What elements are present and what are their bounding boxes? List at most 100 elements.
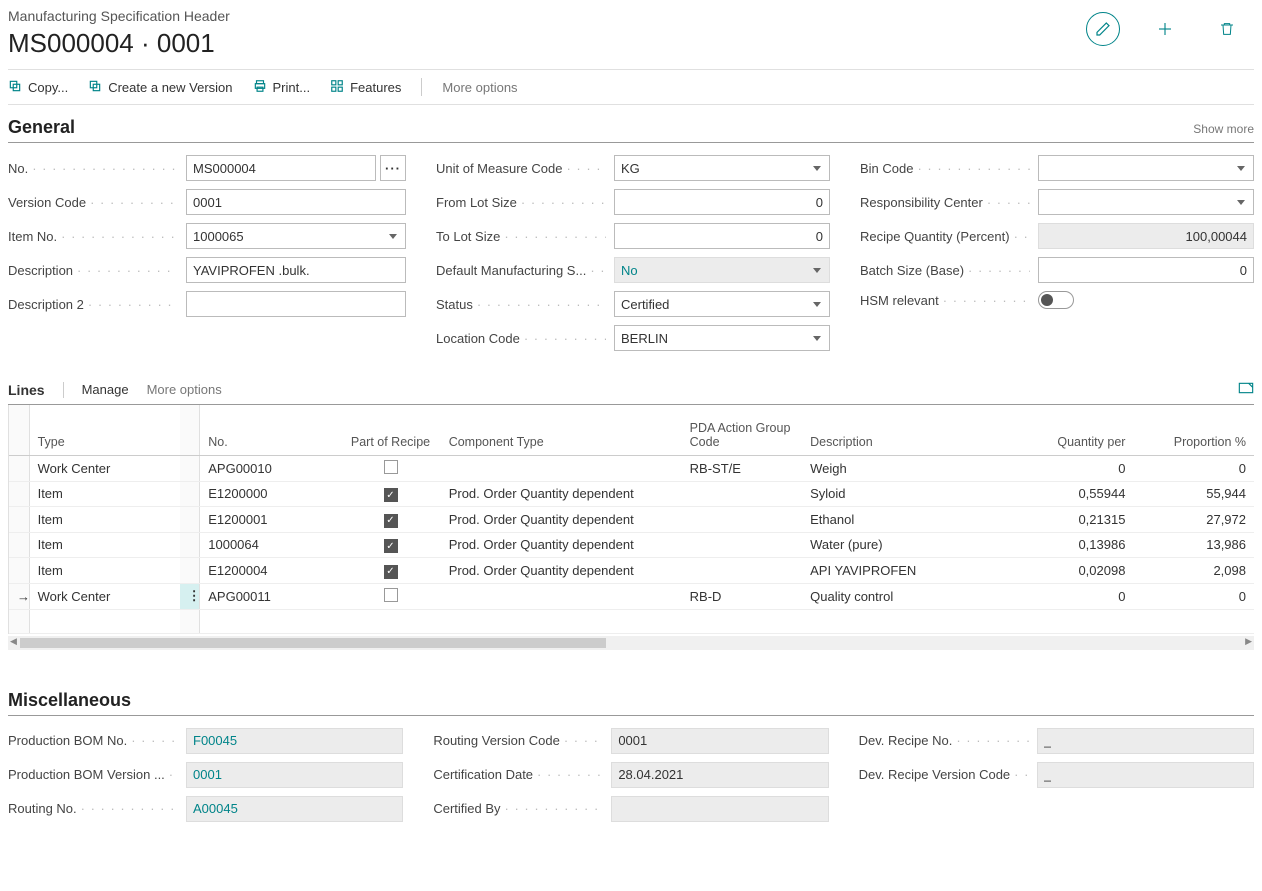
checkbox-unchecked-icon[interactable] xyxy=(384,588,398,602)
col-type[interactable]: Type xyxy=(29,405,180,455)
cell-qty-per[interactable]: 0,21315 xyxy=(983,507,1134,533)
cell-qty-per[interactable]: 0 xyxy=(983,583,1134,609)
row-indicator[interactable] xyxy=(9,558,29,584)
row-menu-button[interactable] xyxy=(180,532,200,558)
cell-part-of-recipe[interactable]: ✓ xyxy=(340,507,440,533)
row-menu-button[interactable] xyxy=(180,558,200,584)
table-row[interactable]: Item 1000064 ✓ Prod. Order Quantity depende… xyxy=(9,532,1254,558)
cell-description[interactable]: Syloid xyxy=(802,481,983,507)
batch-size-field[interactable] xyxy=(1038,257,1254,283)
lines-grid[interactable]: Type No. Part of Recipe Component Type P… xyxy=(9,405,1254,634)
row-menu-button[interactable] xyxy=(180,481,200,507)
lines-more-options-button[interactable]: More options xyxy=(147,382,222,397)
col-description[interactable]: Description xyxy=(802,405,983,455)
row-indicator[interactable]: → xyxy=(9,583,29,609)
checkbox-checked-icon[interactable]: ✓ xyxy=(384,539,398,553)
cell-proportion[interactable]: 27,972 xyxy=(1133,507,1254,533)
item-no-field[interactable]: 1000065 xyxy=(186,223,406,249)
cell-part-of-recipe[interactable]: ✓ xyxy=(340,558,440,584)
cell-no[interactable]: E1200000 xyxy=(200,481,341,507)
cell-component-type[interactable]: Prod. Order Quantity dependent xyxy=(441,532,682,558)
description-field[interactable] xyxy=(186,257,406,283)
status-field[interactable]: Certified xyxy=(614,291,830,317)
cell-description[interactable]: Water (pure) xyxy=(802,532,983,558)
print-button[interactable]: Print... xyxy=(253,79,311,96)
cell-pda-group[interactable] xyxy=(682,507,802,533)
cell-description[interactable]: API YAVIPROFEN xyxy=(802,558,983,584)
from-lot-field[interactable] xyxy=(614,189,830,215)
cell-description[interactable]: Weigh xyxy=(802,455,983,481)
row-indicator[interactable] xyxy=(9,507,29,533)
cell-qty-per[interactable]: 0,55944 xyxy=(983,481,1134,507)
cell-component-type[interactable] xyxy=(441,583,682,609)
cell-proportion[interactable]: 13,986 xyxy=(1133,532,1254,558)
cell-component-type[interactable]: Prod. Order Quantity dependent xyxy=(441,481,682,507)
cell-component-type[interactable] xyxy=(441,455,682,481)
cell-type[interactable]: Item xyxy=(29,481,180,507)
table-row[interactable]: Work CenterAPG00010RB-ST/EWeigh00 xyxy=(9,455,1254,481)
manage-button[interactable]: Manage xyxy=(82,382,129,397)
cell-no[interactable]: E1200004 xyxy=(200,558,341,584)
table-row[interactable]: ItemE1200001✓Prod. Order Quantity depend… xyxy=(9,507,1254,533)
more-options-button[interactable]: More options xyxy=(442,80,517,95)
cell-part-of-recipe[interactable]: ✓ xyxy=(340,481,440,507)
delete-icon[interactable] xyxy=(1210,12,1244,46)
checkbox-checked-icon[interactable]: ✓ xyxy=(384,514,398,528)
cell-part-of-recipe[interactable] xyxy=(340,455,440,481)
location-field[interactable]: BERLIN xyxy=(614,325,830,351)
cell-no[interactable]: APG00010 xyxy=(200,455,341,481)
cell-pda-group[interactable]: RB-ST/E xyxy=(682,455,802,481)
checkbox-checked-icon[interactable]: ✓ xyxy=(384,488,398,502)
checkbox-checked-icon[interactable]: ✓ xyxy=(384,565,398,579)
scrollbar-thumb[interactable] xyxy=(20,638,606,648)
row-indicator[interactable] xyxy=(9,481,29,507)
col-no[interactable]: No. xyxy=(200,405,341,455)
cell-proportion[interactable]: 2,098 xyxy=(1133,558,1254,584)
cell-pda-group[interactable]: RB-D xyxy=(682,583,802,609)
cell-type[interactable]: Work Center xyxy=(29,455,180,481)
show-more-link[interactable]: Show more xyxy=(1193,122,1254,136)
cell-qty-per[interactable]: 0,02098 xyxy=(983,558,1134,584)
cell-no[interactable]: 1000064 xyxy=(200,532,341,558)
col-recipe[interactable]: Part of Recipe xyxy=(340,405,440,455)
cell-description[interactable]: Quality control xyxy=(802,583,983,609)
bin-field[interactable] xyxy=(1038,155,1254,181)
cell-description[interactable]: Ethanol xyxy=(802,507,983,533)
row-menu-button[interactable] xyxy=(180,507,200,533)
cell-part-of-recipe[interactable] xyxy=(340,583,440,609)
expand-lines-icon[interactable] xyxy=(1238,381,1254,398)
table-row-empty[interactable] xyxy=(9,609,1254,633)
version-code-field[interactable] xyxy=(186,189,406,215)
edit-icon[interactable] xyxy=(1086,12,1120,46)
col-pda[interactable]: PDA Action Group Code xyxy=(682,405,802,455)
table-row[interactable]: ItemE1200004✓Prod. Order Quantity depend… xyxy=(9,558,1254,584)
features-button[interactable]: Features xyxy=(330,79,401,96)
col-proportion[interactable]: Proportion % xyxy=(1133,405,1254,455)
cell-type[interactable]: Item xyxy=(29,558,180,584)
row-menu-button[interactable] xyxy=(180,455,200,481)
to-lot-field[interactable] xyxy=(614,223,830,249)
table-row[interactable]: Item E1200000 ✓ Prod. Order Quantity depend… xyxy=(9,481,1254,507)
cell-no[interactable]: APG00011 xyxy=(200,583,341,609)
horizontal-scrollbar[interactable] xyxy=(8,636,1254,650)
col-comp-type[interactable]: Component Type xyxy=(441,405,682,455)
table-row[interactable]: →Work Center⋮APG00011RB-DQuality control… xyxy=(9,583,1254,609)
hsm-toggle[interactable] xyxy=(1038,291,1074,309)
uom-field[interactable]: KG xyxy=(614,155,830,181)
no-field[interactable] xyxy=(186,155,376,181)
cell-pda-group[interactable] xyxy=(682,558,802,584)
cell-type[interactable]: Item xyxy=(29,532,180,558)
cell-component-type[interactable]: Prod. Order Quantity dependent xyxy=(441,507,682,533)
description2-field[interactable] xyxy=(186,291,406,317)
col-qty-per[interactable]: Quantity per xyxy=(983,405,1134,455)
cell-qty-per[interactable]: 0 xyxy=(983,455,1134,481)
checkbox-unchecked-icon[interactable] xyxy=(384,460,398,474)
cell-proportion[interactable]: 55,944 xyxy=(1133,481,1254,507)
new-icon[interactable] xyxy=(1148,12,1182,46)
cell-pda-group[interactable] xyxy=(682,532,802,558)
cell-type[interactable]: Item xyxy=(29,507,180,533)
cell-pda-group[interactable] xyxy=(682,481,802,507)
copy-button[interactable]: Copy... xyxy=(8,79,68,96)
row-menu-button[interactable]: ⋮ xyxy=(180,583,200,609)
resp-center-field[interactable] xyxy=(1038,189,1254,215)
